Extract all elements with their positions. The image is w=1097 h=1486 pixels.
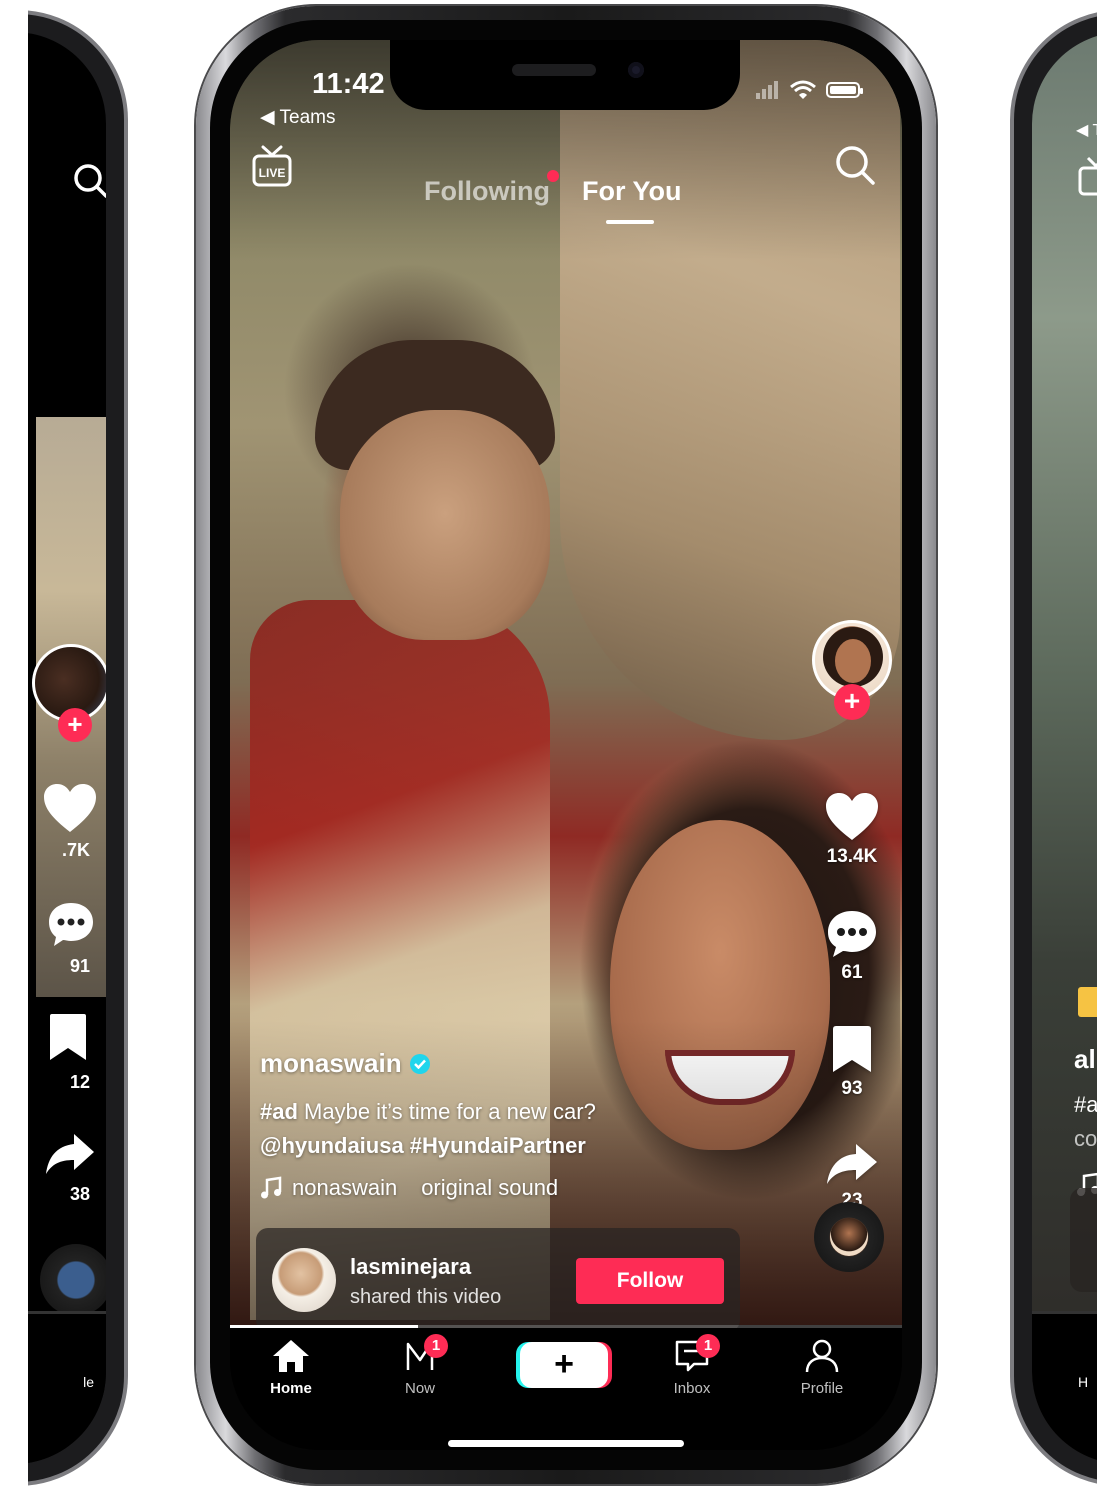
status-indicators <box>756 80 863 100</box>
ad-hashtag[interactable]: #ad <box>260 1099 298 1124</box>
right-phone-frame: ◀ T all #a co H <box>1010 10 1097 1486</box>
now-badge: 1 <box>424 1334 448 1358</box>
left-phone-frame: + .7K 91 12 38 le <box>28 10 128 1486</box>
plus-icon: + <box>520 1342 608 1388</box>
inbox-badge: 1 <box>696 1334 720 1358</box>
heart-icon <box>826 793 878 840</box>
right-back-link[interactable]: ◀ T <box>1076 120 1097 140</box>
music-note-icon <box>261 1176 282 1199</box>
post-description: #ad Maybe it’s time for a new car? @hyun… <box>260 1095 690 1163</box>
left-disc[interactable] <box>40 1244 106 1316</box>
active-tab-indicator <box>606 220 654 224</box>
status-time: 11:42 <box>312 68 385 100</box>
left-plus-badge[interactable]: + <box>58 708 92 742</box>
notch <box>390 40 740 110</box>
verified-badge-icon <box>409 1053 430 1074</box>
nav-profile[interactable]: Profile <box>772 1338 872 1397</box>
creator-username[interactable]: monaswain <box>260 1048 402 1079</box>
tab-following[interactable]: Following <box>424 176 550 207</box>
left-partial-phone: + .7K 91 12 38 le <box>28 10 128 1486</box>
back-to-app-link[interactable]: ◀ Teams <box>260 106 336 129</box>
comment-action[interactable]: 61 <box>802 908 902 984</box>
share-icon <box>827 1144 877 1184</box>
right-shared-card <box>1070 1188 1097 1292</box>
left-phone-screen: + .7K 91 12 38 le <box>28 32 106 1464</box>
live-icon[interactable]: LIVE <box>252 145 292 187</box>
nav-now-label: Now <box>404 1380 435 1397</box>
video-man-face <box>340 410 550 640</box>
left-bottom-nav: le <box>28 1311 106 1464</box>
right-desc: #a <box>1074 1092 1097 1117</box>
sound-title: original sound <box>421 1175 559 1200</box>
right-username[interactable]: all <box>1074 1044 1097 1075</box>
nav-home-label: Home <box>270 1380 312 1397</box>
shared-by-card: lasminejara shared this video Follow <box>256 1228 740 1332</box>
bottom-nav: Home 1 Now + 1 Inbox Profile <box>230 1328 902 1450</box>
left-comment-icon[interactable] <box>46 900 96 948</box>
left-shares-count: 38 <box>69 1184 90 1204</box>
left-comments-count: 91 <box>69 956 90 976</box>
home-icon <box>273 1340 309 1372</box>
profile-icon <box>805 1339 839 1373</box>
right-nav-label[interactable]: H <box>1078 1374 1088 1390</box>
shared-subtitle: shared this video <box>350 1286 502 1308</box>
description-text: Maybe it’s time for a new car? <box>297 1099 596 1124</box>
sharer-avatar[interactable] <box>272 1248 336 1312</box>
left-search-icon[interactable] <box>74 162 106 202</box>
sound-row[interactable]: nonaswain original sound <box>260 1175 690 1201</box>
right-live-icon[interactable] <box>1078 156 1097 196</box>
saves-count: 93 <box>841 1078 863 1099</box>
signal-icon <box>756 81 778 99</box>
left-heart-icon[interactable] <box>42 782 98 834</box>
right-partial-phone: ◀ T all #a co H <box>1010 10 1097 1486</box>
svg-text:LIVE: LIVE <box>259 166 286 180</box>
right-phone-screen: ◀ T all #a co H <box>1032 32 1097 1464</box>
avatar-face <box>835 639 871 683</box>
create-button[interactable]: + <box>516 1342 616 1392</box>
right-bottom-nav: H <box>1032 1311 1097 1464</box>
tab-for-you[interactable]: For You <box>582 176 682 207</box>
like-action[interactable]: 13.4K <box>802 792 902 868</box>
nav-profile-label: Profile <box>800 1380 844 1397</box>
main-phone: 11:42 ◀ Teams LIVE Following For You + 1… <box>196 6 936 1484</box>
phone-screen: 11:42 ◀ Teams LIVE Following For You + 1… <box>230 40 902 1450</box>
save-action[interactable]: 93 <box>802 1024 902 1100</box>
right-desc-line2: co <box>1074 1126 1097 1151</box>
nav-inbox[interactable]: 1 Inbox <box>642 1334 742 1397</box>
left-saves-count: 12 <box>69 1072 90 1092</box>
following-notification-dot <box>547 170 559 182</box>
post-caption: monaswain #ad Maybe it’s time for a new … <box>260 1048 690 1201</box>
left-nav-label[interactable]: le <box>83 1374 94 1390</box>
likes-count: 13.4K <box>826 846 878 867</box>
follow-button[interactable]: Follow <box>576 1258 724 1304</box>
front-camera <box>628 62 644 78</box>
nav-inbox-label: Inbox <box>673 1380 711 1397</box>
left-likes-count: .7K <box>61 840 90 860</box>
sound-author: nonaswain <box>292 1175 398 1200</box>
speaker <box>512 64 596 76</box>
sharer-name[interactable]: lasminejara <box>350 1254 471 1280</box>
sound-disc[interactable] <box>814 1202 884 1272</box>
left-bookmark-icon[interactable] <box>48 1012 88 1062</box>
comment-icon <box>828 911 876 957</box>
search-icon[interactable] <box>834 144 876 186</box>
wifi-icon <box>790 80 816 99</box>
disc-artwork <box>830 1218 868 1256</box>
nav-home[interactable]: Home <box>241 1338 341 1397</box>
bookmark-icon <box>833 1026 871 1072</box>
battery-icon <box>826 82 863 98</box>
follow-plus-button[interactable]: + <box>834 684 870 720</box>
description-mentions[interactable]: @hyundaiusa #HyundaiPartner <box>260 1133 586 1158</box>
username-row[interactable]: monaswain <box>260 1048 690 1079</box>
home-indicator <box>448 1440 684 1447</box>
nav-now[interactable]: 1 Now <box>370 1334 470 1397</box>
comments-count: 61 <box>841 962 863 983</box>
right-badge <box>1078 987 1097 1017</box>
left-share-icon[interactable] <box>44 1132 96 1176</box>
